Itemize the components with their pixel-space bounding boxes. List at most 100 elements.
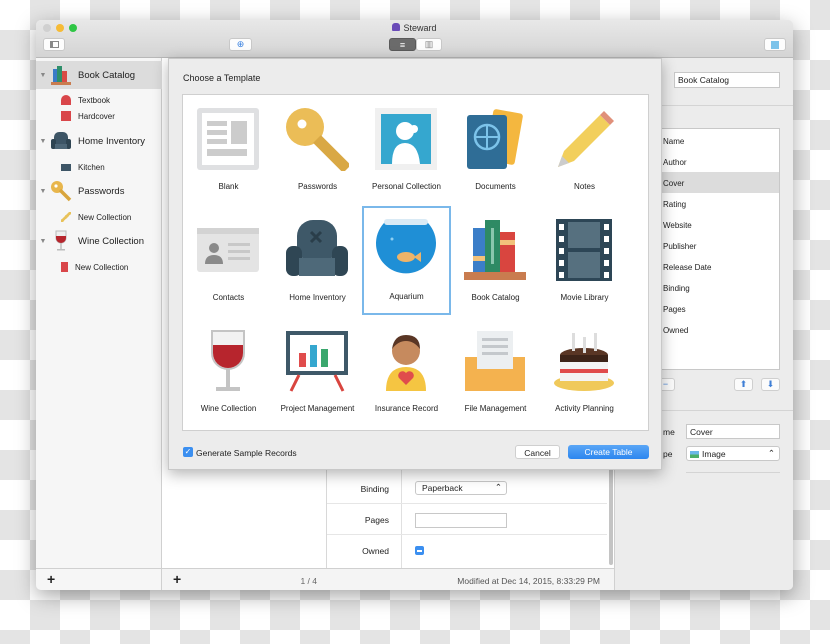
- sidebar-item-new-collection-passwords[interactable]: New Collection: [36, 209, 162, 225]
- stamp-portrait-icon: [375, 108, 437, 170]
- sidebar-item-home-inventory[interactable]: ▼ Home Inventory: [36, 127, 162, 155]
- add-collection-button[interactable]: +: [47, 571, 55, 587]
- film-strip-icon: [556, 219, 612, 281]
- books-icon: [464, 220, 526, 280]
- disclosure-triangle[interactable]: ▼: [36, 188, 50, 195]
- sidebar-item-hardcover[interactable]: Hardcover: [36, 108, 162, 124]
- detail-row-binding: Binding Paperback ⌃: [327, 473, 607, 504]
- template-insurance-record[interactable]: Insurance Record: [362, 318, 451, 427]
- list-bottom-bar: +1 / 4: [162, 568, 327, 590]
- books-icon: [51, 66, 71, 85]
- disclosure-triangle[interactable]: ▼: [36, 238, 50, 245]
- modified-timestamp: Modified at Dec 14, 2015, 8:33:29 PM: [457, 576, 600, 586]
- window-title: Steward: [36, 23, 793, 33]
- field-item[interactable]: Rating: [657, 193, 779, 214]
- move-down-button[interactable]: ⬇: [761, 378, 780, 391]
- crosshair-icon: ⊕: [236, 39, 245, 49]
- field-item[interactable]: Publisher: [657, 235, 779, 256]
- generate-sample-label: Generate Sample Records: [196, 448, 297, 458]
- chevron-updown-icon: ⌃: [767, 448, 775, 458]
- list-view-icon: ≡: [399, 39, 406, 50]
- template-personal-collection[interactable]: Personal Collection: [362, 96, 451, 205]
- template-notes[interactable]: Notes: [540, 96, 629, 205]
- template-contacts[interactable]: Contacts: [184, 207, 273, 316]
- presentation-board-icon: [286, 331, 348, 392]
- column-view-button[interactable]: ▥: [416, 38, 442, 51]
- move-up-button[interactable]: ⬆: [734, 378, 753, 391]
- fields-list[interactable]: Name Author Cover Rating Website Publisher Rel…: [656, 128, 780, 370]
- disclosure-triangle[interactable]: ▼: [36, 138, 50, 145]
- sidebar-item-book-catalog[interactable]: ▼ Book Catalog: [36, 61, 162, 89]
- pencil-icon: [61, 212, 71, 222]
- template-home-inventory[interactable]: Home Inventory: [273, 207, 362, 316]
- field-item[interactable]: Website: [657, 214, 779, 235]
- sidebar-icon: [49, 41, 59, 48]
- locate-button[interactable]: ⊕: [229, 38, 252, 51]
- field-item[interactable]: Author: [657, 151, 779, 172]
- owned-checkbox[interactable]: [415, 546, 424, 555]
- list-view-button[interactable]: ≡: [389, 38, 416, 51]
- template-project-management[interactable]: Project Management: [273, 318, 362, 427]
- sidebar: ▼ Book Catalog Textbook Hardcover ▼ Home…: [36, 58, 162, 568]
- checkmark-icon: ✓: [184, 447, 192, 456]
- template-book-catalog[interactable]: Book Catalog: [451, 207, 540, 316]
- field-item[interactable]: Owned: [657, 319, 779, 340]
- divider: [686, 472, 780, 473]
- sidebar-item-kitchen[interactable]: Kitchen: [36, 159, 162, 175]
- detail-bottom-bar: Modified at Dec 14, 2015, 8:33:29 PM: [327, 568, 614, 590]
- key-icon: [286, 108, 349, 171]
- add-record-button[interactable]: +: [173, 571, 181, 587]
- collection-name-input[interactable]: Book Catalog: [674, 72, 780, 88]
- template-movie-library[interactable]: Movie Library: [540, 207, 629, 316]
- sidebar-bottom-bar: +: [36, 568, 162, 590]
- template-documents[interactable]: Documents: [451, 96, 540, 205]
- field-item[interactable]: Release Date: [657, 256, 779, 277]
- pencil-icon: [558, 111, 614, 167]
- wine-glass-icon: [211, 330, 245, 391]
- birthday-cake-icon: [554, 333, 614, 391]
- contact-card-icon: [197, 228, 259, 272]
- hat-icon: [61, 95, 71, 105]
- field-item[interactable]: Pages: [657, 298, 779, 319]
- inspector-button[interactable]: [764, 38, 786, 51]
- field-name-input[interactable]: Cover: [686, 424, 780, 439]
- inspector-icon: [771, 40, 779, 49]
- field-item[interactable]: Binding: [657, 277, 779, 298]
- sidebar-item-passwords[interactable]: ▼ Passwords: [36, 177, 162, 205]
- sidebar-item-textbook[interactable]: Textbook: [36, 92, 162, 108]
- template-aquarium[interactable]: Aquarium: [362, 206, 451, 315]
- wine-glass-icon: [55, 230, 67, 251]
- page-indicator: 1 / 4: [300, 576, 317, 586]
- generate-sample-checkbox[interactable]: ✓: [183, 447, 193, 457]
- template-activity-planning[interactable]: Activity Planning: [540, 318, 629, 427]
- book-icon: [61, 111, 71, 121]
- tv-icon: [61, 163, 71, 171]
- sidebar-toggle-button[interactable]: [43, 38, 65, 51]
- create-table-button[interactable]: Create Table: [568, 445, 649, 459]
- template-passwords[interactable]: Passwords: [273, 96, 362, 205]
- sidebar-item-wine-collection[interactable]: ▼ Wine Collection: [36, 227, 162, 255]
- arrow-up-icon: ⬆: [739, 379, 748, 389]
- field-item[interactable]: Name: [657, 130, 779, 151]
- pages-input[interactable]: [415, 513, 507, 528]
- fishbowl-icon: [376, 219, 436, 274]
- template-wine-collection[interactable]: Wine Collection: [184, 318, 273, 427]
- column-view-icon: ▥: [424, 39, 434, 49]
- field-item[interactable]: Cover: [657, 172, 779, 193]
- template-blank[interactable]: Blank: [184, 96, 273, 205]
- blank-document-icon: [197, 108, 259, 170]
- steward-app-icon: [392, 23, 401, 31]
- inbox-tray-icon: [465, 331, 525, 391]
- cancel-button[interactable]: Cancel: [515, 445, 560, 459]
- mixed-state-icon: [417, 550, 422, 552]
- template-chooser-dialog: Choose a Template Blank Passwords Person…: [168, 58, 662, 470]
- binding-select[interactable]: Paperback ⌃: [415, 481, 507, 495]
- sidebar-item-new-collection-wine[interactable]: New Collection: [36, 259, 162, 275]
- person-heart-icon: [386, 335, 426, 391]
- field-type-select[interactable]: Image ⌃: [686, 446, 780, 461]
- detail-row-pages: Pages: [327, 504, 607, 535]
- disclosure-triangle[interactable]: ▼: [36, 72, 50, 79]
- template-file-management[interactable]: File Management: [451, 318, 540, 427]
- dialog-title: Choose a Template: [183, 73, 261, 83]
- chevron-updown-icon: ⌃: [494, 482, 502, 492]
